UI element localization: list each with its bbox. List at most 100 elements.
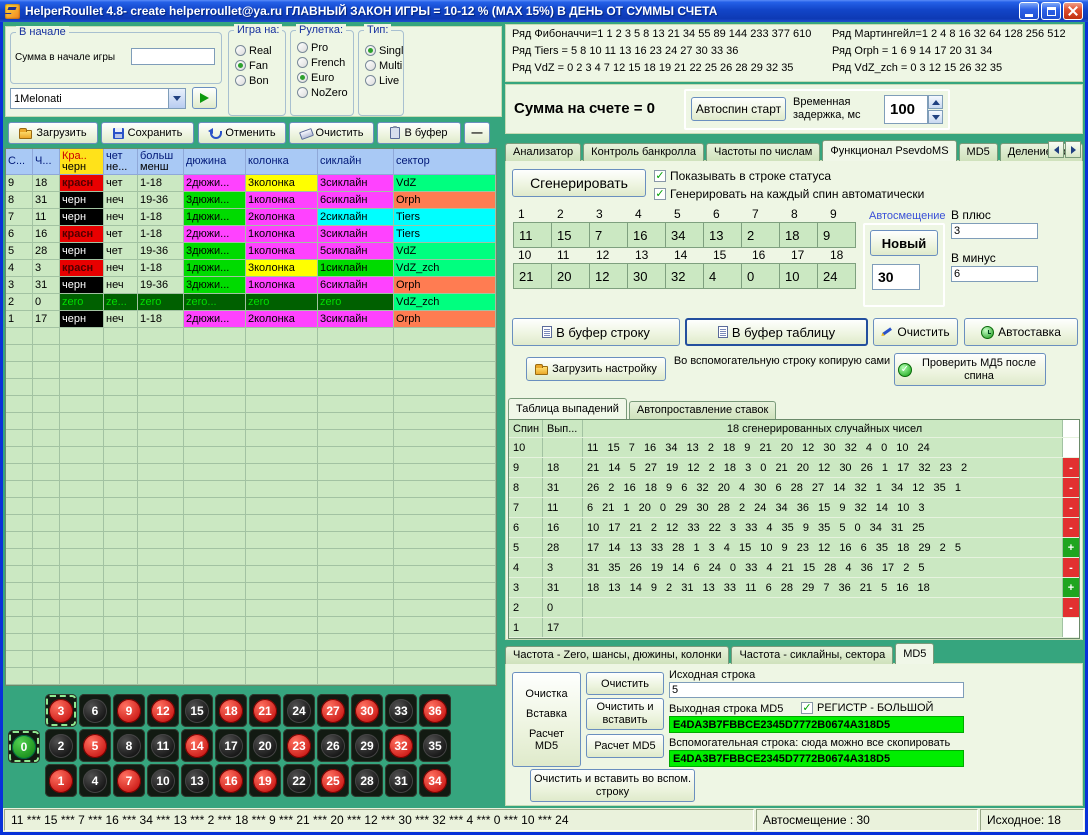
roulette-number-27[interactable]: 27 [317,694,349,727]
minus-input[interactable] [951,266,1038,282]
history-row[interactable]: 918краснчет1-182дюжи...3колонка3сиклайнV… [6,175,496,192]
collapse-button[interactable]: — [464,122,490,144]
md5-clear-paste-button[interactable]: Очистить и вставить [586,698,664,730]
preset-select-arrow-button[interactable] [168,89,185,108]
clear-button[interactable]: Очистить [289,122,374,144]
load-button[interactable]: Загрузить [8,122,98,144]
ms-grid-value[interactable]: 4 [703,263,742,289]
main-tab-0[interactable]: Анализатор [505,143,581,161]
history-header-6[interactable]: колонка [246,149,318,175]
ms-grid-value[interactable]: 2 [741,222,780,248]
md5-helper-value[interactable]: E4DA3B7FBBCE2345D7772B0674A318D5 [669,750,964,767]
roulette-number-32[interactable]: 32 [385,729,417,762]
minimize-button[interactable] [1019,2,1039,20]
history-row[interactable]: 331черннеч19-363дюжи...1колонка6сиклайнO… [6,277,496,294]
roulette-number-26[interactable]: 26 [317,729,349,762]
md5-clear-paste-helper-button[interactable]: Очистить и вставить во вспом. строку [530,769,695,802]
play-button[interactable] [192,87,217,109]
history-header-0[interactable]: С... [6,149,33,175]
md5-calc-button[interactable]: Расчет MD5 [586,734,664,758]
checkbox-show-in-status[interactable]: ✓ Показывать в строке статуса [654,169,831,183]
roulette-number-9[interactable]: 9 [113,694,145,727]
roulette-number-0[interactable]: 0 [8,730,40,763]
ms-grid-value[interactable]: 7 [589,222,628,248]
roulette-number-10[interactable]: 10 [147,764,179,797]
md5-multi-button[interactable]: Очистка Вставка Расчет MD5 [512,672,581,767]
main-tab-1[interactable]: Контроль банкролла [583,143,704,161]
ms-grid-value[interactable]: 18 [779,222,818,248]
history-row[interactable]: 831черннеч19-363дюжи...1колонка6сиклайнO… [6,192,496,209]
close-button[interactable] [1063,2,1083,20]
ms-grid-value[interactable]: 15 [551,222,590,248]
maximize-button[interactable] [1041,2,1061,20]
tab-scroll-right-button[interactable] [1065,141,1081,158]
roulette-number-4[interactable]: 4 [79,764,111,797]
main-tab-3[interactable]: Функционал PsevdoMS [822,140,956,161]
ms-grid-value[interactable]: 11 [513,222,552,248]
ms-grid-value[interactable]: 16 [627,222,666,248]
ms-grid-value[interactable]: 10 [779,263,818,289]
roulette-number-18[interactable]: 18 [215,694,247,727]
checkbox-generate-each-spin[interactable]: ✓ Генерировать на каждый спин автоматиче… [654,187,924,201]
radio-option-euro[interactable]: Euro [297,71,353,84]
checkbox-uppercase[interactable]: ✓ РЕГИСТР - БОЛЬШОЙ [801,702,933,714]
roulette-number-20[interactable]: 20 [249,729,281,762]
roulette-number-17[interactable]: 17 [215,729,247,762]
main-tab-4[interactable]: MD5 [959,143,998,161]
ms-grid-value[interactable]: 24 [817,263,856,289]
check-md5-button[interactable]: ✓ Проверить МД5 после спина [894,353,1046,386]
history-header-1[interactable]: Ч... [33,149,60,175]
tab-scroll-left-button[interactable] [1048,141,1064,158]
history-row[interactable]: 43красннеч1-181дюжи...3колонка1сиклайнVd… [6,260,496,277]
roulette-number-35[interactable]: 35 [419,729,451,762]
radio-option-bon[interactable]: Bon [235,74,285,87]
autoshift-new-button[interactable]: Новый [870,230,938,256]
ms-grid-value[interactable]: 12 [589,263,628,289]
clear-generated-button[interactable]: Очистить [873,318,958,346]
roulette-number-7[interactable]: 7 [113,764,145,797]
save-button[interactable]: Сохранить [101,122,194,144]
radio-option-pro[interactable]: Pro [297,41,353,54]
radio-option-live[interactable]: Live [365,74,403,87]
buffer-line-button[interactable]: В буфер строку [512,318,680,346]
history-row[interactable]: 528чернчет19-363дюжи...1колонка5сиклайнV… [6,243,496,260]
roulette-number-16[interactable]: 16 [215,764,247,797]
ms-grid-value[interactable]: 34 [665,222,704,248]
history-header-2[interactable]: Кра..черн [60,149,104,175]
roulette-number-3[interactable]: 3 [45,694,77,727]
sub-tab-1[interactable]: Автопроставление ставок [629,401,776,419]
main-tab-2[interactable]: Частоты по числам [706,143,820,161]
start-sum-input[interactable] [131,48,215,65]
delay-input[interactable]: 100 [884,95,928,124]
roulette-number-12[interactable]: 12 [147,694,179,727]
bottom-tab-1[interactable]: Частота - сиклайны, сектора [731,646,893,664]
roulette-number-23[interactable]: 23 [283,729,315,762]
autospin-start-button[interactable]: Автоспин старт [691,97,786,121]
radio-option-fan[interactable]: Fan [235,59,285,72]
roulette-number-36[interactable]: 36 [419,694,451,727]
radio-option-french[interactable]: French [297,56,353,69]
bottom-tab-0[interactable]: Частота - Zero, шансы, дюжины, колонки [505,646,729,664]
to-buffer-button[interactable]: В буфер [377,122,461,144]
history-header-4[interactable]: большменш [138,149,184,175]
delay-down-button[interactable] [928,110,943,124]
roulette-number-21[interactable]: 21 [249,694,281,727]
ms-grid-value[interactable]: 30 [627,263,666,289]
roulette-number-2[interactable]: 2 [45,729,77,762]
preset-select[interactable]: 1Melonati [10,88,186,109]
history-header-7[interactable]: сиклайн [318,149,394,175]
roulette-number-6[interactable]: 6 [79,694,111,727]
ms-grid-value[interactable]: 32 [665,263,704,289]
roulette-number-28[interactable]: 28 [351,764,383,797]
plus-input[interactable] [951,223,1038,239]
roulette-number-5[interactable]: 5 [79,729,111,762]
sub-tab-0[interactable]: Таблица выпадений [508,398,627,419]
roulette-number-34[interactable]: 34 [419,764,451,797]
roulette-number-8[interactable]: 8 [113,729,145,762]
bottom-tab-2[interactable]: MD5 [895,643,934,664]
delay-up-button[interactable] [928,95,943,109]
generate-button[interactable]: Сгенерировать [512,169,646,197]
ms-grid-value[interactable]: 21 [513,263,552,289]
roulette-number-19[interactable]: 19 [249,764,281,797]
history-row[interactable]: 711черннеч1-181дюжи...2колонка2сиклайнTi… [6,209,496,226]
